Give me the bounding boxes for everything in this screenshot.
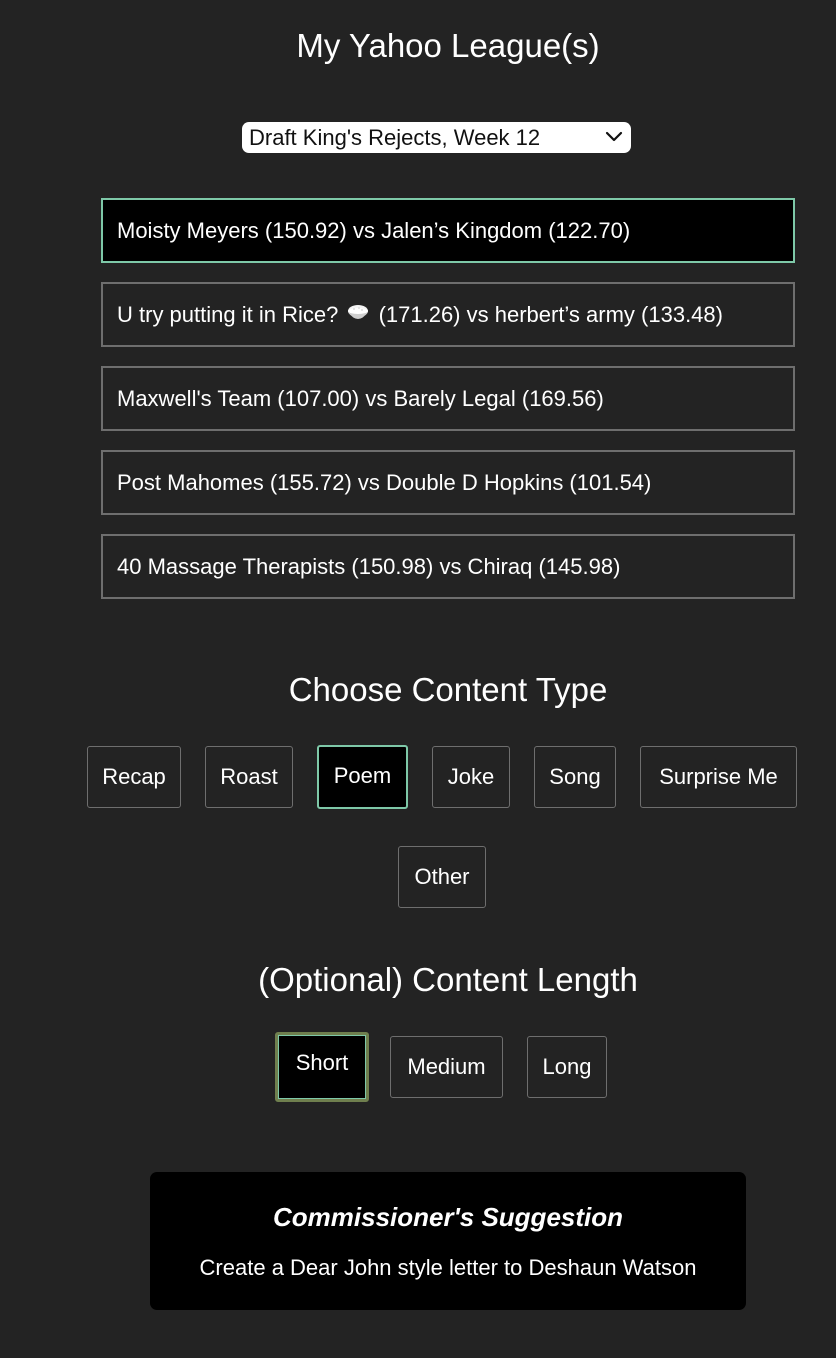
league-week-select[interactable]: Draft King's Rejects, Week 12 [242,122,631,153]
matchup-label-team: U try putting it in Rice? [117,302,339,327]
matchup-item[interactable]: U try putting it in Rice? (171.26) vs he… [101,282,795,347]
matchup-item[interactable]: Maxwell's Team (107.00) vs Barely Legal … [101,366,795,431]
content-type-surprise-me-button[interactable]: Surprise Me [640,746,797,808]
content-type-heading: Choose Content Type [288,671,608,708]
page: My Yahoo League(s) Draft King's Rejects,… [0,0,836,1358]
suggestion-title: Commissioner's Suggestion [272,1202,624,1232]
matchup-label-score: (171.26) vs herbert’s army (133.48) [378,302,723,327]
commissioner-suggestion-card: Commissioner's Suggestion Create a Dear … [150,1172,746,1310]
content-length-medium-button[interactable]: Medium [390,1036,503,1098]
chevron-down-icon [605,131,623,142]
matchup-item[interactable]: 40 Massage Therapists (150.98) vs Chiraq… [101,534,795,599]
matchup-label: Moisty Meyers (150.92) vs Jalen’s Kingdo… [117,218,631,243]
content-type-poem-button[interactable]: Poem [317,745,408,809]
content-type-recap-button[interactable]: Recap [87,746,181,808]
matchup-list: Moisty Meyers (150.92) vs Jalen’s Kingdo… [101,198,795,618]
league-select-value: Draft King's Rejects, Week 12 [249,125,541,150]
matchup-label: 40 Massage Therapists (150.98) vs Chiraq… [117,554,621,579]
page-title: My Yahoo League(s) [296,27,600,64]
matchup-item[interactable]: Post Mahomes (155.72) vs Double D Hopkin… [101,450,795,515]
content-type-song-button[interactable]: Song [534,746,616,808]
content-type-roast-button[interactable]: Roast [205,746,293,808]
suggestion-text: Create a Dear John style letter to Desha… [199,1255,697,1280]
matchup-label: Maxwell's Team (107.00) vs Barely Legal … [117,386,604,411]
content-type-other-button[interactable]: Other [398,846,486,908]
content-type-joke-button[interactable]: Joke [432,746,510,808]
content-length-short-button[interactable]: Short [275,1032,369,1102]
content-length-long-button[interactable]: Long [527,1036,607,1098]
content-length-heading: (Optional) Content Length [258,961,638,998]
matchup-item[interactable]: Moisty Meyers (150.92) vs Jalen’s Kingdo… [101,198,795,263]
matchup-label: Post Mahomes (155.72) vs Double D Hopkin… [117,470,652,495]
rice-bowl-icon [348,305,369,319]
